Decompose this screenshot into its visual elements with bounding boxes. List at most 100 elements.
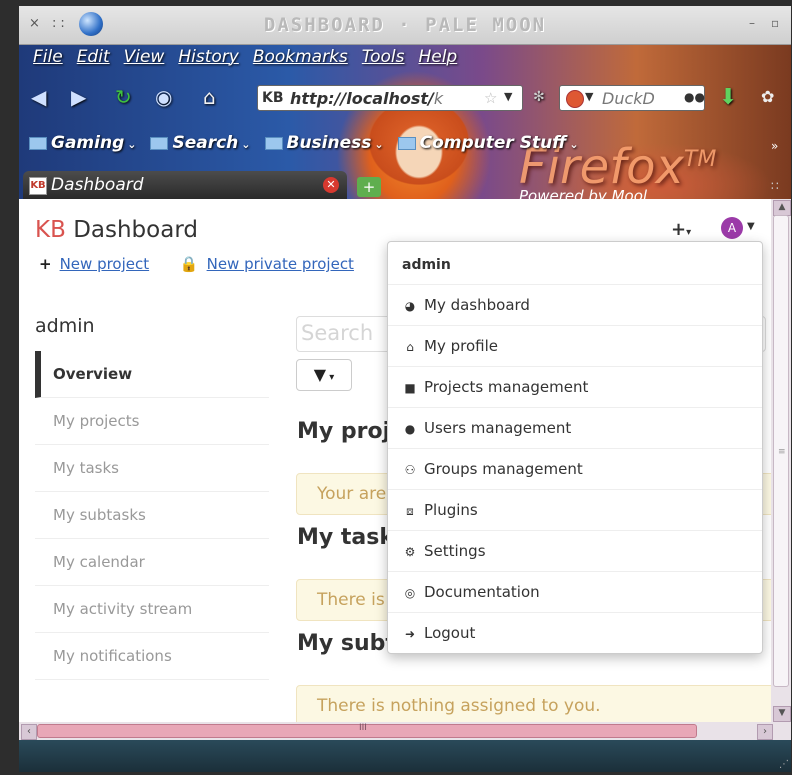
bookmark-folder-gaming[interactable]: Gaming ⌄ xyxy=(29,133,136,159)
menu-item-label: Users management xyxy=(424,419,572,437)
create-menu-button[interactable]: +▾ xyxy=(671,219,691,240)
bookmark-folder-search[interactable]: Search ⌄ xyxy=(150,133,251,159)
maximize-button[interactable]: ▫ xyxy=(771,16,779,30)
close-tab-icon[interactable]: ✕ xyxy=(323,177,339,193)
group-icon: ⚇ xyxy=(404,463,416,477)
new-tab-button[interactable]: + xyxy=(357,177,381,197)
section-heading-subtasks: My subt xyxy=(297,631,396,656)
folder-icon xyxy=(150,136,169,150)
menu-item-documentation[interactable]: ◎ Documentation xyxy=(388,572,762,613)
sync-icon[interactable]: ◉ xyxy=(155,85,172,109)
menu-tools[interactable]: Tools xyxy=(362,47,405,73)
sidebar-item-my-calendar[interactable]: My calendar xyxy=(35,539,269,586)
menu-item-groups-management[interactable]: ⚇ Groups management xyxy=(388,449,762,490)
back-icon[interactable]: ◀ xyxy=(31,85,46,109)
bookmark-label: Search xyxy=(172,133,239,153)
duckduckgo-icon[interactable] xyxy=(566,90,584,108)
sidebar-item-overview[interactable]: Overview xyxy=(35,351,269,398)
chevron-down-icon[interactable]: ▼ xyxy=(747,221,755,232)
cubes-icon: ⧈ xyxy=(406,504,414,518)
url-bar[interactable]: KB http://localhost/k ☆ ▼ xyxy=(257,85,523,111)
tab-label: Dashboard xyxy=(51,175,144,195)
search-engine-text[interactable]: DuckD xyxy=(602,89,682,108)
scroll-left-icon[interactable]: ‹ xyxy=(21,724,37,740)
avatar[interactable]: A xyxy=(721,217,743,239)
bookmarks-overflow-icon[interactable]: » xyxy=(771,139,778,153)
menu-item-my-dashboard[interactable]: ◕ My dashboard xyxy=(388,285,762,326)
bookmark-folder-computer-stuff[interactable]: Computer Stuff ⌄ xyxy=(397,133,579,159)
menu-item-my-profile[interactable]: ⌂ My profile xyxy=(388,326,762,367)
url-rest: k xyxy=(433,89,444,108)
scroll-up-icon[interactable]: ▲ xyxy=(773,200,791,216)
reload-icon[interactable]: ↻ xyxy=(115,85,132,109)
new-private-project-link[interactable]: New private project xyxy=(207,255,354,273)
menu-item-settings[interactable]: ⚙ Settings xyxy=(388,531,762,572)
logout-icon: ➜ xyxy=(404,627,416,641)
gear-icon: ⚙ xyxy=(404,545,416,559)
folder-icon xyxy=(264,136,283,150)
menu-bookmarks[interactable]: Bookmarks xyxy=(253,47,348,73)
menu-item-label: Plugins xyxy=(424,501,478,519)
home-icon: ⌂ xyxy=(406,340,414,354)
resize-grip-icon[interactable]: ⋰ xyxy=(779,759,789,770)
menu-item-logout[interactable]: ➜ Logout xyxy=(388,613,762,653)
search-placeholder: Search xyxy=(301,321,374,345)
url-dropdown-icon[interactable]: ▼ xyxy=(504,90,512,103)
page-title-text: Dashboard xyxy=(73,217,198,243)
bookmarks-toolbar: Gaming ⌄ Search ⌄ Business ⌄ Computer Stuff… xyxy=(29,133,579,159)
menu-edit[interactable]: Edit xyxy=(77,47,110,73)
bookmark-folder-business[interactable]: Business ⌄ xyxy=(264,133,384,159)
hscroll-grip-icon: III xyxy=(359,723,367,733)
page-content: KB Dashboard +▾ A ▼ + New project 🔒 New pr… xyxy=(19,199,771,722)
menu-item-projects-management[interactable]: ■ Projects management xyxy=(388,367,762,408)
menu-item-label: Groups management xyxy=(424,460,583,478)
download-icon[interactable]: ⬇ xyxy=(719,85,737,110)
window-title: DASHBOARD · PALE MOON xyxy=(263,14,547,36)
search-bar[interactable]: ▼ DuckD ●● xyxy=(559,85,705,111)
sidebar-item-my-activity-stream[interactable]: My activity stream xyxy=(35,586,269,633)
new-project-link[interactable]: New project xyxy=(60,255,150,273)
menu-item-plugins[interactable]: ⧈ Plugins xyxy=(388,490,762,531)
menu-history[interactable]: History xyxy=(178,47,238,73)
status-bar: ⋰ xyxy=(19,740,791,772)
binoculars-icon[interactable]: ●● xyxy=(684,90,705,104)
menu-view[interactable]: View xyxy=(124,47,165,73)
url-host: http://localhost/ xyxy=(290,89,434,108)
addon-icon[interactable]: ✿ xyxy=(761,87,774,106)
folder-icon xyxy=(397,136,416,150)
sidebar-item-my-notifications[interactable]: My notifications xyxy=(35,633,269,680)
chevron-down-icon: ⌄ xyxy=(569,138,579,151)
section-heading-tasks: My task xyxy=(297,525,394,550)
tab-list-icon[interactable]: ∷ xyxy=(771,179,779,193)
menu-help[interactable]: Help xyxy=(418,47,457,73)
bookmark-star-icon[interactable]: ☆ xyxy=(484,89,497,107)
sidebar: Overview My projects My tasks My subtask… xyxy=(35,351,269,680)
scroll-grip-icon: ≡ xyxy=(778,447,786,457)
filter-button[interactable]: ▼ ▾ xyxy=(296,359,352,391)
persona-tm: TM xyxy=(683,147,717,172)
folder-icon: ■ xyxy=(404,381,416,395)
sidebar-item-my-subtasks[interactable]: My subtasks xyxy=(35,492,269,539)
chevron-down-icon: ▾ xyxy=(326,372,335,383)
menu-file[interactable]: File xyxy=(33,47,63,73)
scroll-down-icon[interactable]: ▼ xyxy=(773,706,791,722)
url-text[interactable]: http://localhost/k xyxy=(290,89,486,108)
filter-icon: ▼ xyxy=(313,365,327,384)
menu-item-users-management[interactable]: ● Users management xyxy=(388,408,762,449)
chevron-down-icon: ⌄ xyxy=(127,138,137,151)
scroll-right-icon[interactable]: › xyxy=(757,724,773,740)
search-engine-dropdown-icon[interactable]: ▼ xyxy=(585,90,593,103)
forward-icon[interactable]: ▶ xyxy=(71,85,86,109)
sidebar-item-my-projects[interactable]: My projects xyxy=(35,398,269,445)
horizontal-scrollbar[interactable]: ‹ III › xyxy=(19,722,791,740)
sidebar-item-my-tasks[interactable]: My tasks xyxy=(35,445,269,492)
minimize-button[interactable]: – xyxy=(749,16,755,30)
page-title-prefix: KB xyxy=(35,217,66,243)
home-icon[interactable]: ⌂ xyxy=(203,85,216,109)
tab-dashboard[interactable]: KB Dashboard ✕ xyxy=(23,171,347,199)
navigation-toolbar: ◀ ▶ ↻ ◉ ⌂ KB http://localhost/k ☆ ▼ ✻ ▼ … xyxy=(19,81,791,115)
horizontal-scroll-thumb[interactable] xyxy=(37,724,697,738)
menu-item-label: Documentation xyxy=(424,583,540,601)
lock-icon: 🔒 xyxy=(179,255,199,273)
vertical-scrollbar[interactable]: ▲ ≡ ▼ xyxy=(771,199,791,722)
